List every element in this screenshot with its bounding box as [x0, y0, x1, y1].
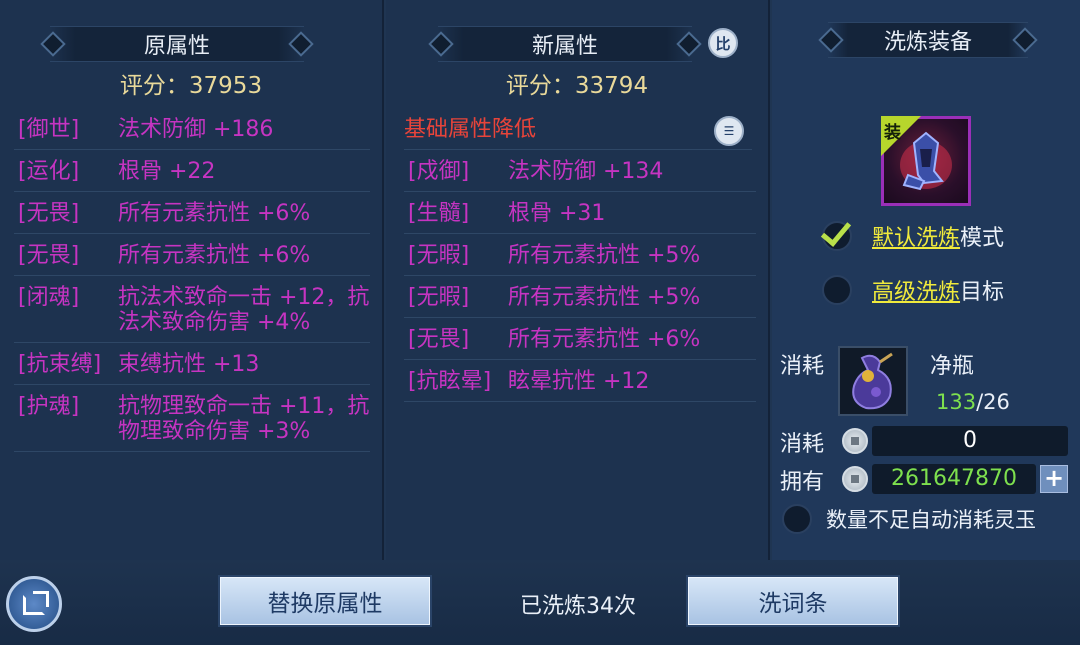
auto-consume-label: 数量不足自动消耗灵玉	[826, 508, 1036, 532]
new-attributes-title-plate: 新属性	[428, 26, 702, 62]
attribute-value: 所有元素抗性 +5%	[508, 243, 701, 268]
wash-entries-button[interactable]: 洗词条	[688, 577, 898, 625]
attribute-row: [抗眩晕] 眩晕抗性 +12	[404, 360, 756, 402]
attribute-value: 抗法术致命一击 +12，抗法术致命伤害 +4%	[118, 285, 370, 335]
title-ornament-right	[288, 31, 314, 57]
add-currency-button[interactable]: +	[1040, 465, 1068, 493]
attribute-row: [无畏] 所有元素抗性 +6%	[14, 192, 370, 234]
advanced-refine-link[interactable]: 高级洗炼	[872, 274, 960, 306]
original-attributes-title: 原属性	[143, 34, 210, 59]
material-name: 净瓶	[930, 354, 975, 379]
coin-icon	[842, 466, 868, 492]
attribute-tag: [闭魂]	[18, 285, 80, 310]
replace-attributes-button[interactable]: 替换原属性	[220, 577, 430, 625]
attribute-row: [运化] 根骨 +22	[14, 150, 370, 192]
new-attribute-list: [戍御] 法术防御 +134 [生髓] 根骨 +31 [无暇] 所有元素抗性 +5% [无暇…	[404, 150, 756, 402]
attribute-value: 所有元素抗性 +5%	[508, 285, 701, 310]
equipment-slot[interactable]: 装	[881, 116, 971, 206]
refine-equipment-panel: 洗炼装备 装 默认洗炼 模式 高级洗炼 目标 消耗 净瓶 133/26 消耗 0…	[772, 0, 1080, 560]
material-slot[interactable]	[838, 346, 908, 416]
attribute-row: [护魂] 抗物理致命一击 +11，抗物理致命伤害 +3%	[14, 385, 370, 452]
advanced-refine-mode-option[interactable]: 高级洗炼 目标	[822, 274, 1004, 306]
material-count: 133/26	[936, 390, 1010, 414]
attribute-tag: [无畏]	[18, 201, 80, 226]
attribute-row: [无暇] 所有元素抗性 +5%	[404, 234, 756, 276]
auto-consume-option[interactable]: 数量不足自动消耗灵玉	[782, 503, 1036, 535]
original-attributes-panel: 原属性 评分：37953 [御世] 法术防御 +186 [运化] 根骨 +22 [无畏]…	[0, 0, 384, 560]
attribute-tag: [无畏]	[408, 327, 470, 352]
title-ornament-left	[40, 31, 66, 57]
original-attributes-title-plate: 原属性	[40, 26, 314, 62]
currency-own-label: 拥有	[780, 470, 825, 495]
attribute-value: 抗物理致命一击 +11，抗物理致命伤害 +3%	[118, 394, 370, 444]
attribute-value: 所有元素抗性 +6%	[118, 201, 311, 226]
currency-own-value: 261647870	[872, 464, 1036, 494]
attribute-tag: [抗束缚]	[18, 352, 102, 377]
advanced-mode-radio[interactable]	[822, 275, 852, 305]
refine-equipment-title: 洗炼装备	[883, 30, 972, 55]
attribute-tag: [抗眩晕]	[408, 369, 492, 394]
attribute-value: 根骨 +31	[508, 201, 606, 226]
attribute-value: 束缚抗性 +13	[118, 352, 260, 377]
compare-button[interactable]: 比	[708, 28, 738, 58]
share-button[interactable]	[6, 576, 62, 632]
attribute-row: [御世] 法术防御 +186	[14, 108, 370, 150]
title-ornament-left	[428, 31, 454, 57]
original-attribute-list: [御世] 法术防御 +186 [运化] 根骨 +22 [无畏] 所有元素抗性 +6% [无畏…	[14, 108, 370, 452]
default-mode-radio[interactable]	[820, 215, 852, 251]
material-cost-label: 消耗	[780, 354, 825, 379]
default-refine-suffix: 模式	[960, 226, 1005, 251]
refine-count-text: 已洗炼34次	[520, 594, 636, 619]
material-need: /26	[976, 390, 1010, 414]
currency-cost-value: 0	[872, 426, 1068, 456]
vase-icon	[852, 352, 893, 410]
material-have: 133	[936, 390, 977, 414]
attribute-row: [无暇] 所有元素抗性 +5%	[404, 276, 756, 318]
attribute-value: 根骨 +22	[118, 159, 216, 184]
attribute-row: [无畏] 所有元素抗性 +6%	[14, 234, 370, 276]
original-score: 评分：37953	[119, 73, 263, 99]
new-attributes-title: 新属性	[531, 34, 598, 59]
attribute-value: 眩晕抗性 +12	[508, 369, 650, 394]
currency-cost-label: 消耗	[780, 432, 825, 457]
attribute-row: [无畏] 所有元素抗性 +6%	[404, 318, 756, 360]
attribute-row: [闭魂] 抗法术致命一击 +12，抗法术致命伤害 +4%	[14, 276, 370, 343]
new-score: 评分：33794	[505, 73, 649, 99]
attribute-tag: [戍御]	[408, 159, 470, 184]
bottom-action-bar: 替换原属性 已洗炼34次 洗词条	[0, 560, 1080, 645]
attribute-value: 法术防御 +134	[508, 159, 664, 184]
attribute-row: [生髓] 根骨 +31	[404, 192, 756, 234]
attribute-tag: [无畏]	[18, 243, 80, 268]
attribute-row: [戍御] 法术防御 +134	[404, 150, 756, 192]
attribute-value: 所有元素抗性 +6%	[118, 243, 311, 268]
boots-icon	[900, 131, 952, 191]
coin-icon	[842, 428, 868, 454]
attribute-tag: [运化]	[18, 159, 80, 184]
share-arrow-icon	[33, 591, 49, 607]
new-attributes-panel: 新属性 比 评分：33794 基础属性降低 ☰ [戍御] 法术防御 +134 [生髓…	[386, 0, 770, 560]
attribute-tag: [护魂]	[18, 394, 80, 419]
title-ornament-left	[818, 27, 844, 53]
base-attribute-warning-text: 基础属性降低	[404, 117, 537, 142]
auto-consume-radio[interactable]	[782, 504, 812, 534]
title-ornament-right	[1012, 27, 1038, 53]
title-ornament-right	[676, 31, 702, 57]
attribute-value: 所有元素抗性 +6%	[508, 327, 701, 352]
attribute-tag: [生髓]	[408, 201, 470, 226]
refine-equipment-title-plate: 洗炼装备	[818, 22, 1038, 58]
attribute-row: [抗束缚] 束缚抗性 +13	[14, 343, 370, 385]
attribute-value: 法术防御 +186	[118, 117, 274, 142]
base-attribute-warning: 基础属性降低 ☰	[404, 114, 752, 150]
attribute-detail-icon[interactable]: ☰	[714, 116, 744, 146]
checkmark-icon	[820, 215, 852, 247]
default-refine-link[interactable]: 默认洗炼	[872, 220, 960, 252]
attribute-tag: [无暇]	[408, 243, 470, 268]
attribute-tag: [无暇]	[408, 285, 470, 310]
advanced-refine-suffix: 目标	[960, 280, 1005, 305]
attribute-tag: [御世]	[18, 117, 80, 142]
default-refine-mode-option[interactable]: 默认洗炼 模式	[820, 215, 1005, 252]
